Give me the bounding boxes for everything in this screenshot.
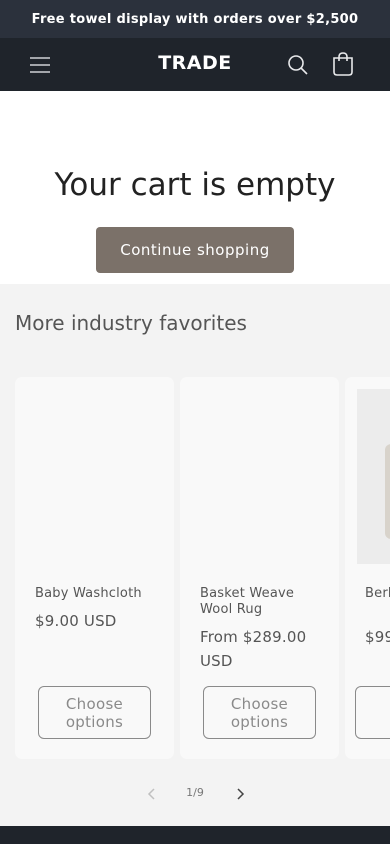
slider-pagination: 1/9 xyxy=(0,784,390,804)
product-image[interactable] xyxy=(192,389,327,564)
cart-icon xyxy=(333,52,353,76)
next-slide-button[interactable] xyxy=(233,784,247,804)
hamburger-menu-icon xyxy=(30,57,50,73)
product-price: $99 xyxy=(365,628,390,646)
rug-image xyxy=(385,444,390,539)
product-image[interactable] xyxy=(27,389,162,564)
choose-options-button[interactable]: Choose options xyxy=(38,686,151,739)
product-card[interactable]: Basket Weave Wool Rug From $289.00 USD C… xyxy=(180,377,339,759)
favorites-section: More industry favorites Baby Washcloth $… xyxy=(0,284,390,827)
choose-options-button[interactable] xyxy=(355,686,390,739)
chevron-right-icon xyxy=(237,788,245,800)
chevron-left-icon xyxy=(147,788,155,800)
empty-cart-section: Your cart is empty Continue shopping xyxy=(0,91,390,284)
menu-button[interactable] xyxy=(28,54,52,76)
announcement-text: Free towel display with orders over $2,5… xyxy=(31,11,359,27)
product-price: From $289.00 USD xyxy=(200,628,307,670)
product-card[interactable]: Baby Washcloth $9.00 USD Choose options xyxy=(15,377,174,759)
continue-shopping-button[interactable]: Continue shopping xyxy=(96,227,294,273)
product-title[interactable]: Berb Cov xyxy=(365,586,390,602)
announcement-bar: Free towel display with orders over $2,5… xyxy=(0,0,390,38)
product-card[interactable]: Berb Cov $99 xyxy=(345,377,390,759)
product-image[interactable] xyxy=(357,389,390,564)
favorites-heading: More industry favorites xyxy=(15,311,247,335)
previous-slide-button[interactable] xyxy=(145,784,159,804)
product-title[interactable]: Basket Weave Wool Rug xyxy=(200,586,325,618)
footer-strip xyxy=(0,826,390,844)
search-icon xyxy=(288,55,308,75)
site-header: TRADE xyxy=(0,38,390,91)
site-logo[interactable]: TRADE xyxy=(158,52,232,74)
slide-counter: 1/9 xyxy=(186,786,204,799)
product-price: $9.00 USD xyxy=(35,612,117,630)
search-button[interactable] xyxy=(286,53,310,77)
product-title[interactable]: Baby Washcloth xyxy=(35,586,160,602)
choose-options-button[interactable]: Choose options xyxy=(203,686,316,739)
empty-cart-title: Your cart is empty xyxy=(54,167,336,203)
cart-button[interactable] xyxy=(330,51,356,77)
